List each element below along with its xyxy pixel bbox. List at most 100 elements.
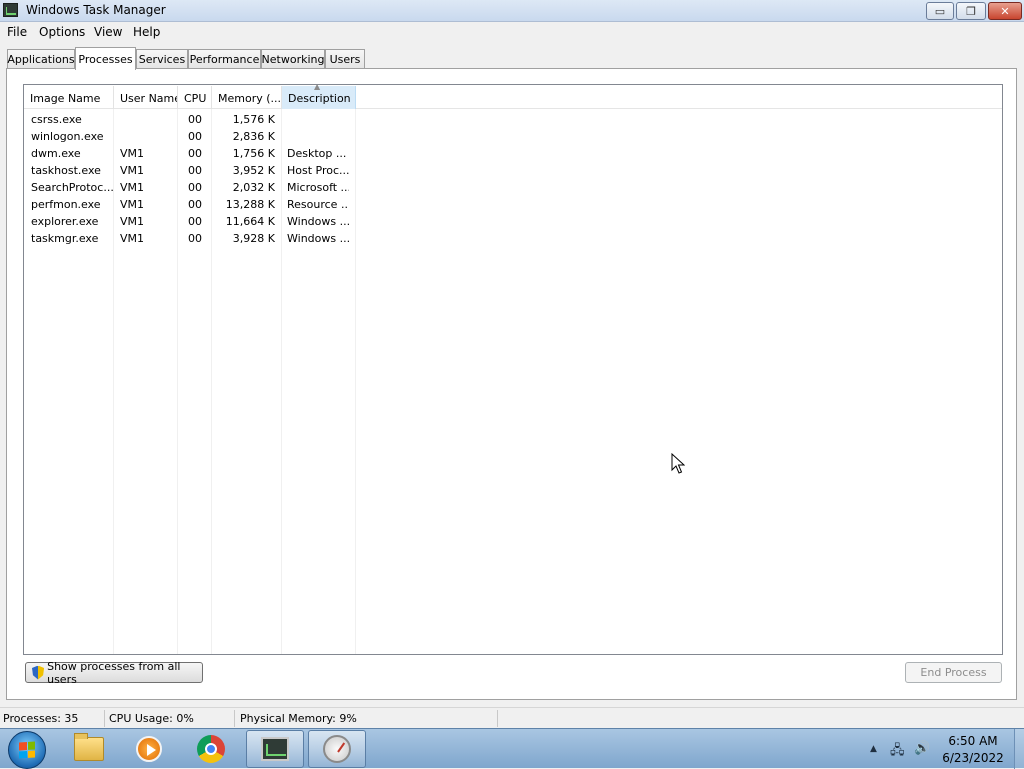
cell-description: Resource ...: [287, 198, 349, 211]
status-cpu-usage: CPU Usage: 0%: [109, 712, 194, 725]
menu-file[interactable]: File: [7, 25, 27, 39]
cell-description: Desktop ...: [287, 147, 347, 160]
show-desktop-button[interactable]: [1014, 729, 1024, 769]
table-row[interactable]: taskmgr.exe VM1 00 3,928 K Windows ...: [24, 230, 1002, 247]
cell-image-name: taskmgr.exe: [31, 232, 99, 245]
taskbar: ▲ 🖧 🔊 6:50 AM 6/23/2022: [0, 728, 1024, 769]
cell-user-name: VM1: [120, 147, 145, 160]
menu-bar: File Options View Help: [0, 22, 1024, 42]
cell-cpu: 00: [188, 147, 202, 160]
show-processes-all-users-label: Show processes from all users: [47, 659, 181, 686]
table-row[interactable]: dwm.exe VM1 00 1,756 K Desktop ...: [24, 145, 1002, 162]
cell-cpu: 00: [188, 181, 202, 194]
restore-icon: ❐: [966, 4, 976, 18]
cell-cpu: 00: [188, 164, 202, 177]
minimize-icon: ▭: [934, 4, 946, 18]
media-player-icon: [136, 736, 162, 762]
sort-ascending-icon: ▲: [314, 84, 321, 91]
task-manager-app-icon: [3, 3, 18, 17]
cell-cpu: 00: [188, 130, 202, 143]
tab-users[interactable]: Users: [325, 49, 365, 69]
status-bar: Processes: 35 CPU Usage: 0% Physical Mem…: [0, 707, 1024, 728]
cell-description: Microsoft ...: [287, 181, 349, 194]
taskbar-performance-monitor-button[interactable]: [308, 730, 366, 768]
table-row[interactable]: winlogon.exe 00 2,836 K: [24, 128, 1002, 145]
cell-user-name: VM1: [120, 215, 145, 228]
cell-cpu: 00: [188, 215, 202, 228]
menu-help[interactable]: Help: [133, 25, 160, 39]
status-divider: [104, 710, 105, 727]
table-row[interactable]: perfmon.exe VM1 00 13,288 K Resource ...: [24, 196, 1002, 213]
clock-date[interactable]: 6/23/2022: [936, 751, 1010, 765]
table-row[interactable]: taskhost.exe VM1 00 3,952 K Host Proc...: [24, 162, 1002, 179]
tab-processes[interactable]: Processes: [75, 47, 136, 70]
cell-memory: 11,664 K: [225, 215, 275, 228]
column-header-cpu[interactable]: CPU: [178, 86, 212, 109]
status-processes: Processes: 35: [3, 712, 79, 725]
taskbar-explorer-button[interactable]: [60, 730, 118, 768]
table-row[interactable]: SearchProtoc... VM1 00 2,032 K Microsoft…: [24, 179, 1002, 196]
cell-image-name: dwm.exe: [31, 147, 81, 160]
taskbar-chrome-button[interactable]: [182, 730, 240, 768]
uac-shield-icon: [32, 665, 45, 680]
taskbar-media-player-button[interactable]: [120, 730, 178, 768]
cell-memory: 2,836 K: [232, 130, 275, 143]
cell-image-name: csrss.exe: [31, 113, 82, 126]
tab-services[interactable]: Services: [136, 49, 188, 69]
cell-user-name: VM1: [120, 232, 145, 245]
process-list[interactable]: Image Name User Name CPU Memory (... Des…: [23, 84, 1003, 655]
cell-memory: 2,032 K: [232, 181, 275, 194]
tab-applications[interactable]: Applications: [7, 49, 75, 69]
cell-memory: 3,928 K: [232, 232, 275, 245]
column-header-image-name[interactable]: Image Name: [24, 86, 114, 109]
column-header-user-name[interactable]: User Name: [114, 86, 178, 109]
cell-cpu: 00: [188, 113, 202, 126]
volume-icon[interactable]: 🔊: [914, 741, 930, 756]
status-divider: [497, 710, 498, 727]
cell-cpu: 00: [188, 232, 202, 245]
cell-description: Windows ...: [287, 215, 349, 228]
cell-memory: 1,576 K: [232, 113, 275, 126]
start-button[interactable]: [8, 731, 46, 769]
close-button[interactable]: ✕: [988, 2, 1022, 20]
show-processes-all-users-button[interactable]: Show processes from all users: [25, 659, 203, 686]
clock-time[interactable]: 6:50 AM: [936, 734, 1010, 748]
taskbar-task-manager-button[interactable]: [246, 730, 304, 768]
cell-image-name: winlogon.exe: [31, 130, 104, 143]
status-divider: [234, 710, 235, 727]
cell-image-name: perfmon.exe: [31, 198, 101, 211]
cell-user-name: VM1: [120, 181, 145, 194]
windows-logo-icon: [19, 741, 35, 759]
cell-description: Windows ...: [287, 232, 349, 245]
tab-performance[interactable]: Performance: [188, 49, 261, 69]
cell-memory: 3,952 K: [232, 164, 275, 177]
process-list-header: Image Name User Name CPU Memory (... Des…: [24, 84, 1002, 109]
restore-button[interactable]: ❐: [956, 2, 986, 20]
network-icon[interactable]: 🖧: [890, 741, 905, 763]
tab-networking[interactable]: Networking: [261, 49, 325, 69]
column-header-memory[interactable]: Memory (...: [212, 86, 282, 109]
performance-monitor-icon: [323, 735, 351, 763]
cell-memory: 1,756 K: [232, 147, 275, 160]
chrome-icon: [197, 735, 225, 763]
status-physical-memory: Physical Memory: 9%: [240, 712, 357, 725]
window-title: Windows Task Manager: [26, 3, 166, 17]
menu-view[interactable]: View: [94, 25, 122, 39]
table-row[interactable]: explorer.exe VM1 00 11,664 K Windows ...: [24, 213, 1002, 230]
cell-user-name: VM1: [120, 164, 145, 177]
table-row[interactable]: csrss.exe 00 1,576 K: [24, 111, 1002, 128]
end-process-button[interactable]: End Process: [905, 662, 1002, 683]
cell-image-name: SearchProtoc...: [31, 181, 114, 194]
title-bar: Windows Task Manager ▭ ❐ ✕: [0, 0, 1024, 22]
cell-user-name: VM1: [120, 198, 145, 211]
cell-image-name: explorer.exe: [31, 215, 99, 228]
minimize-button[interactable]: ▭: [926, 2, 954, 20]
menu-options[interactable]: Options: [39, 25, 85, 39]
task-manager-icon: [261, 737, 289, 761]
cell-memory: 13,288 K: [225, 198, 275, 211]
folder-icon: [74, 733, 104, 761]
cell-description: Host Proc...: [287, 164, 349, 177]
tray-up-arrow-icon[interactable]: ▲: [870, 744, 877, 754]
cell-cpu: 00: [188, 198, 202, 211]
mouse-cursor-icon: [671, 453, 685, 474]
